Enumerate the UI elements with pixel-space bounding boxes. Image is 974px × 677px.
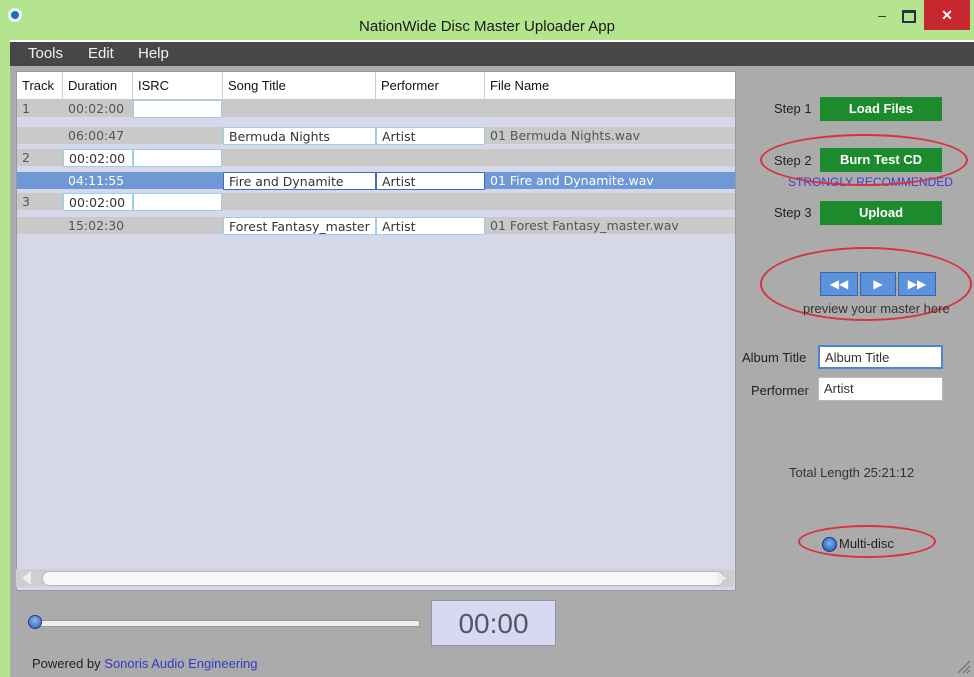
playback-slider[interactable] [34, 620, 420, 627]
total-length: Total Length 25:21:12 [789, 465, 915, 480]
scroll-right-icon[interactable] [717, 571, 726, 585]
col-isrc[interactable]: ISRC [133, 72, 223, 99]
upload-button[interactable]: Upload [820, 201, 942, 225]
step-1-label: Step 1 [774, 101, 812, 116]
window-title: NationWide Disc Master Uploader App [359, 18, 615, 35]
resize-grip-icon[interactable] [955, 658, 971, 674]
performer-label: Performer [751, 383, 809, 398]
playback-slider-knob[interactable] [28, 615, 42, 629]
play-button[interactable]: ▶ [860, 272, 896, 296]
duration-cell: 15:02:30 [68, 218, 125, 233]
performer-field[interactable]: Artist [376, 172, 485, 190]
isrc-field[interactable] [133, 100, 222, 118]
menu-bar: Tools Edit Help [10, 42, 974, 66]
album-title-field[interactable]: Album Title [818, 345, 943, 369]
scroll-thumb[interactable] [42, 571, 724, 586]
window-frame [0, 40, 10, 677]
track-number: 3 [22, 194, 30, 209]
track-table[interactable]: Track Duration ISRC Song Title Performer… [16, 71, 736, 591]
fast-forward-button[interactable]: ▶▶ [898, 272, 936, 296]
horizontal-scrollbar[interactable] [16, 569, 734, 587]
album-performer-field[interactable]: Artist [818, 377, 943, 401]
step-3-label: Step 3 [774, 205, 812, 220]
footer-prefix: Powered by [32, 656, 101, 671]
time-display: 00:00 [431, 600, 556, 646]
table-row[interactable]: 06:00:47 Bermuda Nights Artist 01 Bermud… [17, 127, 735, 145]
app-window: NationWide Disc Master Uploader App – ✕ … [0, 0, 974, 677]
col-performer[interactable]: Performer [376, 72, 485, 99]
title-bar: NationWide Disc Master Uploader App – ✕ [0, 0, 974, 40]
song-title-field[interactable]: Fire and Dynamite [223, 172, 376, 190]
table-row[interactable]: 1 00:02:00 [17, 100, 735, 118]
isrc-field[interactable] [133, 193, 222, 211]
close-button[interactable]: ✕ [924, 0, 970, 30]
menu-help[interactable]: Help [138, 45, 169, 62]
track-number: 2 [22, 150, 30, 165]
table-row-selected[interactable]: 04:11:55 Fire and Dynamite Artist 01 Fir… [17, 172, 735, 190]
performer-field[interactable]: Artist [376, 217, 485, 235]
table-row[interactable]: 15:02:30 Forest Fantasy_master Artist 01… [17, 217, 735, 235]
song-title-field[interactable]: Forest Fantasy_master [223, 217, 376, 235]
rewind-button[interactable]: ◀◀ [820, 272, 858, 296]
song-title-field[interactable]: Bermuda Nights [223, 127, 376, 145]
table-row[interactable]: 3 00:02:00 [17, 193, 735, 211]
duration-cell: 06:00:47 [68, 128, 125, 143]
col-file-name[interactable]: File Name [485, 72, 735, 99]
performer-field[interactable]: Artist [376, 127, 485, 145]
sonoris-link[interactable]: Sonoris Audio Engineering [104, 656, 257, 671]
menu-tools[interactable]: Tools [28, 45, 63, 62]
transport-controls: ◀◀ ▶ ▶▶ [820, 272, 936, 296]
table-header: Track Duration ISRC Song Title Performer… [17, 72, 735, 100]
pregap-duration-field[interactable]: 00:02:00 [63, 149, 133, 167]
album-title-label: Album Title [742, 350, 807, 365]
highlight-circle [760, 134, 968, 186]
isrc-field[interactable] [133, 149, 222, 167]
multi-disc-label[interactable]: Multi-disc [839, 536, 894, 551]
col-song-title[interactable]: Song Title [223, 72, 376, 99]
table-row[interactable]: 2 00:02:00 [17, 149, 735, 167]
multi-disc-radio[interactable] [822, 537, 837, 552]
footer-credit: Powered by Sonoris Audio Engineering [32, 656, 258, 671]
preview-caption: preview your master here [803, 301, 950, 316]
load-files-button[interactable]: Load Files [820, 97, 942, 121]
duration-cell: 04:11:55 [68, 173, 125, 188]
col-track[interactable]: Track [17, 72, 63, 99]
col-duration[interactable]: Duration [63, 72, 133, 99]
minimize-button[interactable]: – [870, 0, 894, 30]
scroll-left-icon[interactable] [22, 571, 31, 585]
pregap-duration-field[interactable]: 00:02:00 [63, 193, 133, 211]
maximize-button[interactable] [897, 0, 921, 30]
file-name-cell: 01 Bermuda Nights.wav [490, 128, 641, 143]
file-name-cell: 01 Fire and Dynamite.wav [490, 173, 654, 188]
track-number: 1 [22, 101, 30, 116]
maximize-icon [902, 9, 916, 23]
duration-cell: 00:02:00 [68, 101, 125, 116]
file-name-cell: 01 Forest Fantasy_master.wav [490, 218, 679, 233]
menu-edit[interactable]: Edit [88, 45, 114, 62]
